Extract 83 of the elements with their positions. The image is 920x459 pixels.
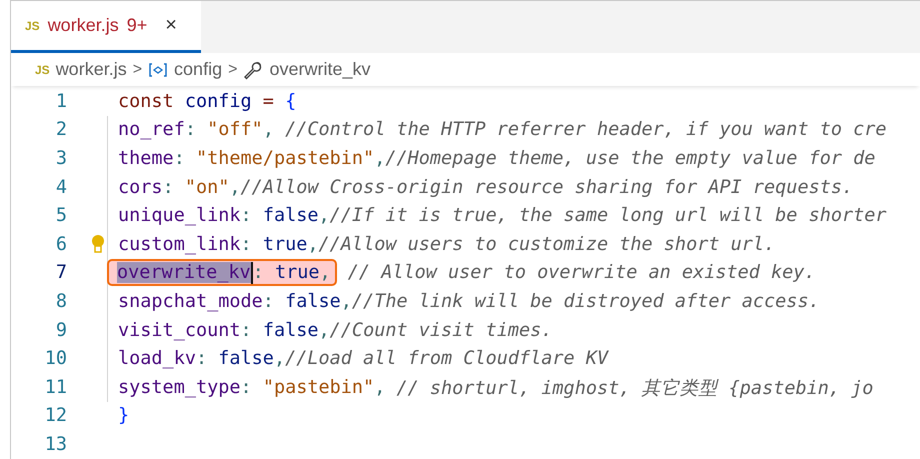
code-token: custom_link bbox=[118, 234, 241, 255]
code-token: : bbox=[196, 348, 208, 370]
code-token: } bbox=[118, 405, 130, 426]
code-token: : bbox=[262, 290, 275, 312]
code-token: overwrite_kv bbox=[117, 262, 251, 284]
line-number: 11 bbox=[44, 376, 67, 398]
line-number: 3 bbox=[54, 148, 67, 169]
wrench-icon bbox=[243, 60, 264, 80]
lightbulb-icon[interactable] bbox=[91, 234, 105, 254]
code-comment: //Control the HTTP referrer header, if you want to cre bbox=[285, 119, 887, 140]
object-icon bbox=[148, 62, 168, 78]
line-number: 5 bbox=[54, 205, 67, 226]
tab-title: worker.js bbox=[48, 15, 119, 36]
code-token: , bbox=[262, 119, 275, 140]
line-number: 8 bbox=[54, 290, 67, 312]
code-token: : bbox=[162, 176, 175, 198]
code-token: no_ref bbox=[118, 119, 185, 140]
code-token: theme bbox=[118, 148, 174, 169]
code-token: : bbox=[240, 376, 253, 398]
code-token: const bbox=[118, 90, 175, 112]
code-token: "theme/pastebin" bbox=[196, 148, 374, 169]
code-token: : bbox=[240, 320, 253, 341]
code-token: unique_link bbox=[118, 205, 241, 226]
code-comment: //Allow Cross-origin resource sharing for API requests. bbox=[240, 176, 854, 198]
code-token: , bbox=[229, 176, 241, 198]
breadcrumb-item[interactable]: overwrite_kv bbox=[269, 59, 370, 80]
code-token: "pastebin" bbox=[262, 376, 374, 398]
code-token: false bbox=[285, 290, 341, 312]
code-token: snapchat_mode bbox=[118, 290, 263, 312]
code-token: { bbox=[285, 90, 296, 112]
code-token: : bbox=[184, 119, 197, 140]
code-token: config bbox=[184, 90, 252, 112]
code-token: load_kv bbox=[118, 348, 196, 370]
line-number: 10 bbox=[44, 348, 67, 370]
code-token: , bbox=[320, 262, 331, 284]
code-token: : bbox=[252, 262, 265, 284]
line-number: 12 bbox=[44, 405, 67, 426]
code-token: false bbox=[262, 320, 319, 341]
code-token: , bbox=[374, 376, 386, 398]
code-comment: // shorturl, imghost, 其它类型 {pastebin, jo bbox=[396, 376, 874, 400]
code-token: true bbox=[274, 262, 320, 284]
code-token: , bbox=[318, 205, 330, 226]
line-number: 2 bbox=[54, 119, 67, 140]
code-comment: //Homepage theme, use the empty value for de bbox=[385, 148, 876, 169]
code-token: = bbox=[262, 90, 275, 112]
editor-tab[interactable]: JS worker.js 9+ × bbox=[11, 1, 201, 53]
code-token: system_type bbox=[118, 376, 241, 398]
breadcrumb-separator: > bbox=[132, 60, 142, 78]
code-token: "on" bbox=[184, 176, 230, 198]
js-file-icon: JS bbox=[25, 18, 40, 32]
code-token: , bbox=[340, 290, 352, 312]
code-token: , bbox=[318, 320, 330, 341]
breadcrumb-item[interactable]: config bbox=[174, 59, 222, 80]
code-token: , bbox=[374, 148, 386, 169]
code-token: visit_count bbox=[118, 320, 241, 341]
breadcrumb-item[interactable]: worker.js bbox=[56, 59, 127, 80]
code-comment: //Allow users to customize the short url. bbox=[318, 234, 776, 255]
code-token: true bbox=[262, 234, 308, 255]
text-cursor bbox=[250, 262, 253, 284]
code-token: cors bbox=[118, 176, 163, 198]
line-number: 6 bbox=[54, 234, 67, 255]
code-token: , bbox=[274, 348, 286, 370]
line-number: 9 bbox=[54, 320, 67, 341]
problem-count: 9+ bbox=[126, 15, 148, 36]
line-number: 1 bbox=[54, 90, 67, 112]
line-number: 13 bbox=[44, 434, 67, 455]
code-token: false bbox=[262, 205, 319, 226]
code-comment: //If it is true, the same long url will be shorter bbox=[330, 205, 887, 226]
line-number: 4 bbox=[54, 176, 67, 198]
code-comment: //Count visit times. bbox=[330, 320, 552, 341]
code-comment: //The link will be distroyed after access. bbox=[352, 290, 820, 312]
code-token: : bbox=[240, 234, 253, 255]
code-token: "off" bbox=[207, 119, 263, 140]
code-token: false bbox=[218, 348, 274, 370]
code-token: : bbox=[174, 148, 186, 169]
code-comment: // Allow user to overwrite an existed key. bbox=[346, 262, 816, 284]
code-token: : bbox=[240, 205, 253, 226]
code-token: , bbox=[307, 234, 319, 255]
line-number: 7 bbox=[54, 262, 67, 284]
close-button[interactable]: × bbox=[161, 14, 181, 37]
breadcrumb-separator: > bbox=[228, 60, 238, 78]
js-file-icon: JS bbox=[35, 62, 50, 76]
code-comment: //Load all from Cloudflare KV bbox=[285, 348, 608, 370]
